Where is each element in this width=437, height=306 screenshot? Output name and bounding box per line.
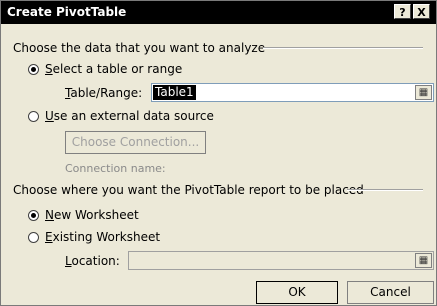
radio-label: Use an external data source bbox=[45, 109, 214, 123]
table-range-value: Table1 bbox=[153, 85, 196, 100]
dialog-title: Create PivotTable bbox=[7, 5, 127, 19]
radio-button-icon[interactable] bbox=[28, 209, 39, 221]
radio-external-source[interactable]: Use an external data source bbox=[28, 108, 214, 124]
radio-button-icon[interactable] bbox=[28, 231, 39, 243]
location-input[interactable]: ▦ bbox=[128, 251, 434, 270]
radio-label: New Worksheet bbox=[45, 208, 139, 222]
collapse-dialog-icon[interactable]: ▦ bbox=[415, 253, 432, 268]
ok-button[interactable]: OK bbox=[256, 281, 338, 304]
radio-button-icon[interactable] bbox=[28, 110, 39, 122]
radio-select-table[interactable]: Select a table or range bbox=[28, 61, 182, 77]
cancel-button[interactable]: Cancel bbox=[347, 281, 434, 304]
connection-name-label: Connection name: bbox=[65, 162, 166, 175]
placement-heading: Choose where you want the PivotTable rep… bbox=[13, 183, 364, 197]
close-button[interactable]: X bbox=[413, 4, 430, 19]
radio-label: Existing Worksheet bbox=[45, 230, 161, 244]
help-button[interactable]: ? bbox=[394, 4, 411, 19]
choose-connection-button[interactable]: Choose Connection... bbox=[65, 131, 206, 154]
group-divider bbox=[263, 47, 423, 49]
data-source-heading: Choose the data that you want to analyze bbox=[13, 41, 266, 55]
radio-new-worksheet[interactable]: New Worksheet bbox=[28, 207, 139, 223]
title-bar[interactable]: Create PivotTable ? X bbox=[1, 1, 436, 24]
table-range-label: Table/Range: bbox=[65, 86, 143, 100]
radio-button-icon[interactable] bbox=[28, 63, 39, 75]
location-label: Location: bbox=[65, 254, 120, 268]
group-divider bbox=[347, 189, 423, 191]
table-range-input[interactable]: Table1 ▦ bbox=[151, 83, 434, 102]
collapse-dialog-icon[interactable]: ▦ bbox=[415, 85, 432, 100]
create-pivottable-dialog: Create PivotTable ? X Choose the data th… bbox=[0, 0, 437, 306]
radio-existing-worksheet[interactable]: Existing Worksheet bbox=[28, 229, 160, 245]
radio-label: Select a table or range bbox=[45, 62, 183, 76]
